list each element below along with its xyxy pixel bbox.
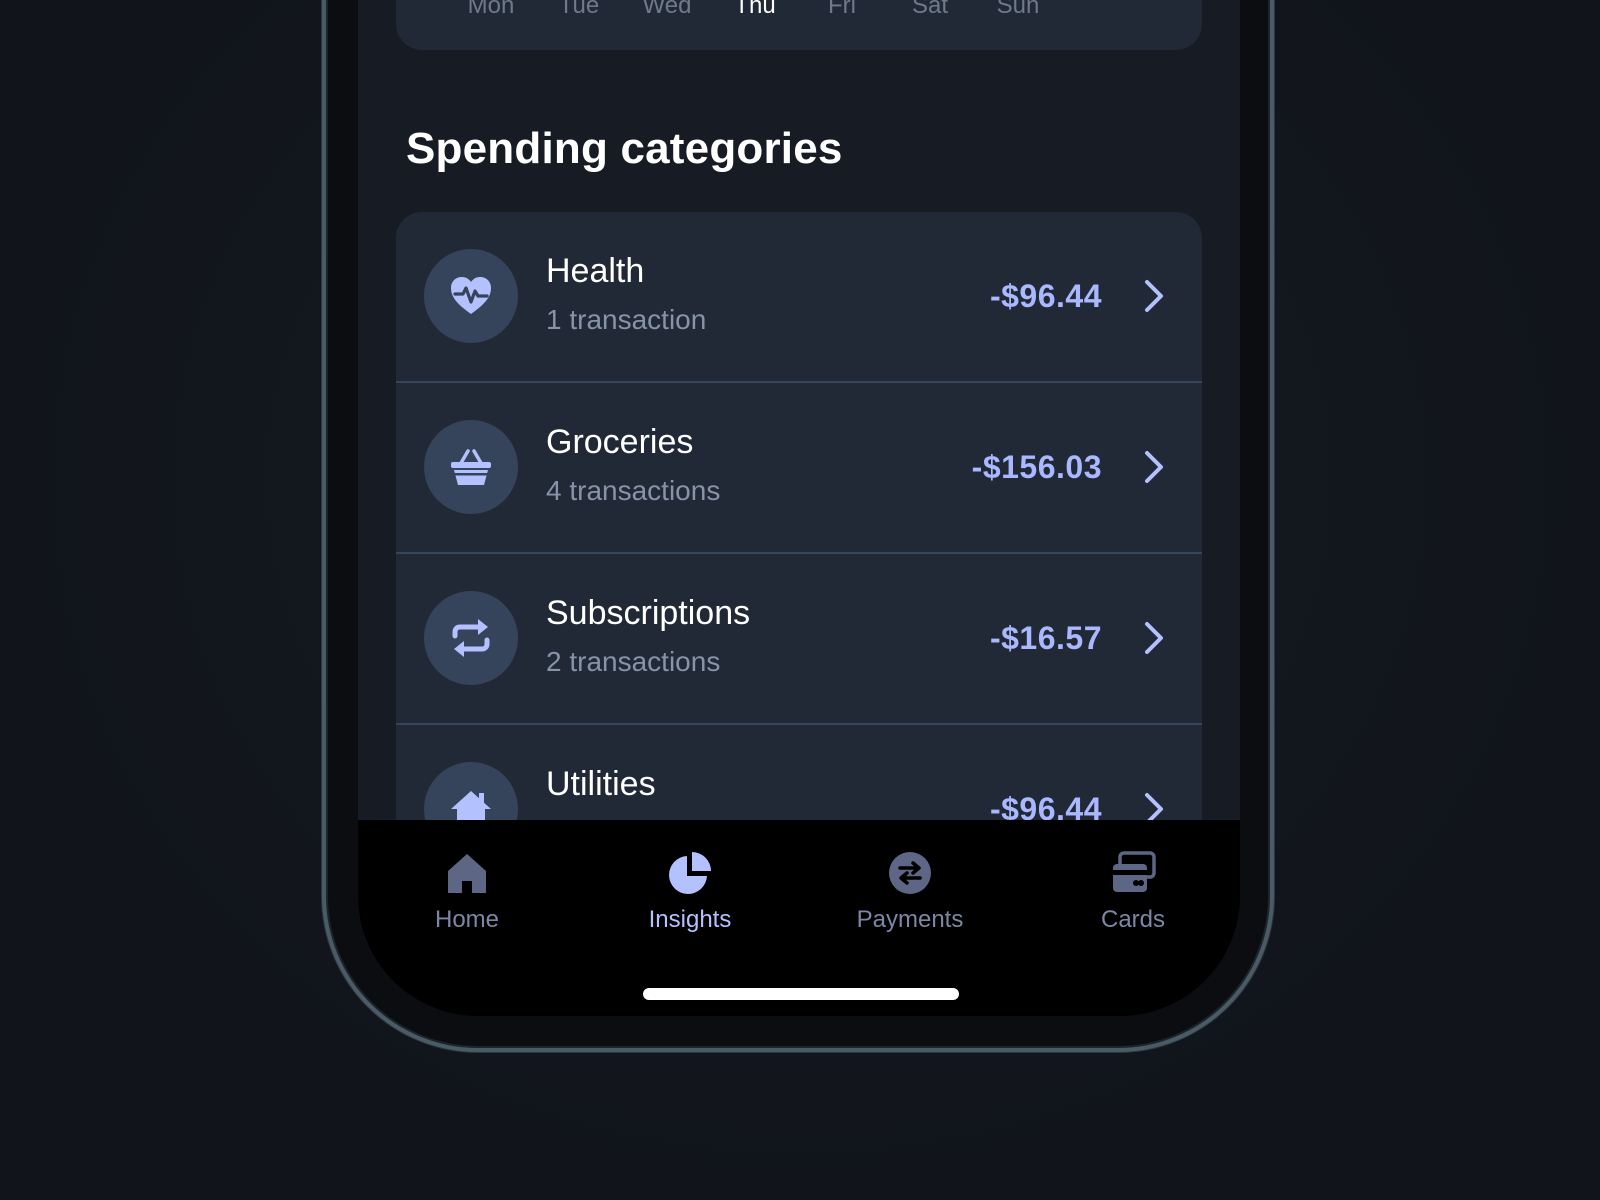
day-label-fri[interactable]: Fri <box>828 0 856 20</box>
section-title: Spending categories <box>406 124 843 173</box>
chevron-right-icon <box>1145 451 1163 483</box>
weekday-labels: Mon Tue Wed Thu Fri Sat Sun <box>396 0 1202 22</box>
day-label-sun[interactable]: Sun <box>997 0 1040 20</box>
transaction-count: 4 transactions <box>546 475 721 506</box>
day-label-thu[interactable]: Thu <box>734 0 775 20</box>
transaction-count: 1 transaction <box>546 304 707 335</box>
home-icon <box>448 854 486 893</box>
category-row-health[interactable]: Health 1 transaction -$96.44 <box>396 212 1202 383</box>
chevron-right-icon <box>1145 622 1163 654</box>
tab-label: Home <box>434 906 500 933</box>
day-label-tue[interactable]: Tue <box>559 0 599 20</box>
background: Mon Tue Wed Thu Fri Sat Sun Spending cat… <box>0 0 1600 1200</box>
day-label-sat[interactable]: Sat <box>912 0 948 20</box>
heart-pulse-icon <box>424 249 518 343</box>
tab-insights[interactable]: Insights <box>610 850 770 950</box>
category-row-subscriptions[interactable]: Subscriptions 2 transactions -$16.57 <box>396 554 1202 725</box>
transfer-icon <box>889 852 931 894</box>
cards-icon <box>1113 851 1156 892</box>
category-amount: -$156.03 <box>971 449 1102 485</box>
day-label-mon[interactable]: Mon <box>468 0 515 20</box>
category-name: Health <box>546 252 645 290</box>
app-screen: Mon Tue Wed Thu Fri Sat Sun Spending cat… <box>358 0 1240 1016</box>
category-amount: -$16.57 <box>989 620 1102 656</box>
day-label-wed[interactable]: Wed <box>643 0 692 20</box>
bottom-tab-bar: Home Insights Payments Cards <box>358 820 1240 1016</box>
tab-label: Payments <box>856 906 964 933</box>
tab-payments[interactable]: Payments <box>830 850 990 950</box>
tab-home[interactable]: Home <box>387 850 547 950</box>
tab-label: Cards <box>1100 906 1166 933</box>
category-name: Subscriptions <box>546 594 751 632</box>
category-name: Utilities <box>546 765 656 803</box>
home-indicator <box>643 988 959 1000</box>
transaction-count: 2 transactions <box>546 646 721 677</box>
tab-cards[interactable]: Cards <box>1053 850 1213 950</box>
category-name: Groceries <box>546 423 694 461</box>
chevron-right-icon <box>1145 280 1163 312</box>
weekly-chart-card: Mon Tue Wed Thu Fri Sat Sun <box>396 0 1202 50</box>
basket-icon <box>424 420 518 514</box>
category-row-groceries[interactable]: Groceries 4 transactions -$156.03 <box>396 383 1202 554</box>
category-amount: -$96.44 <box>989 278 1102 314</box>
category-list: Health 1 transaction -$96.44 Groceries 4… <box>396 212 1202 896</box>
repeat-icon <box>424 591 518 685</box>
pie-chart-icon <box>669 852 711 894</box>
phone-bezel: Mon Tue Wed Thu Fri Sat Sun Spending cat… <box>358 0 1240 1016</box>
tab-label: Insights <box>648 906 732 933</box>
